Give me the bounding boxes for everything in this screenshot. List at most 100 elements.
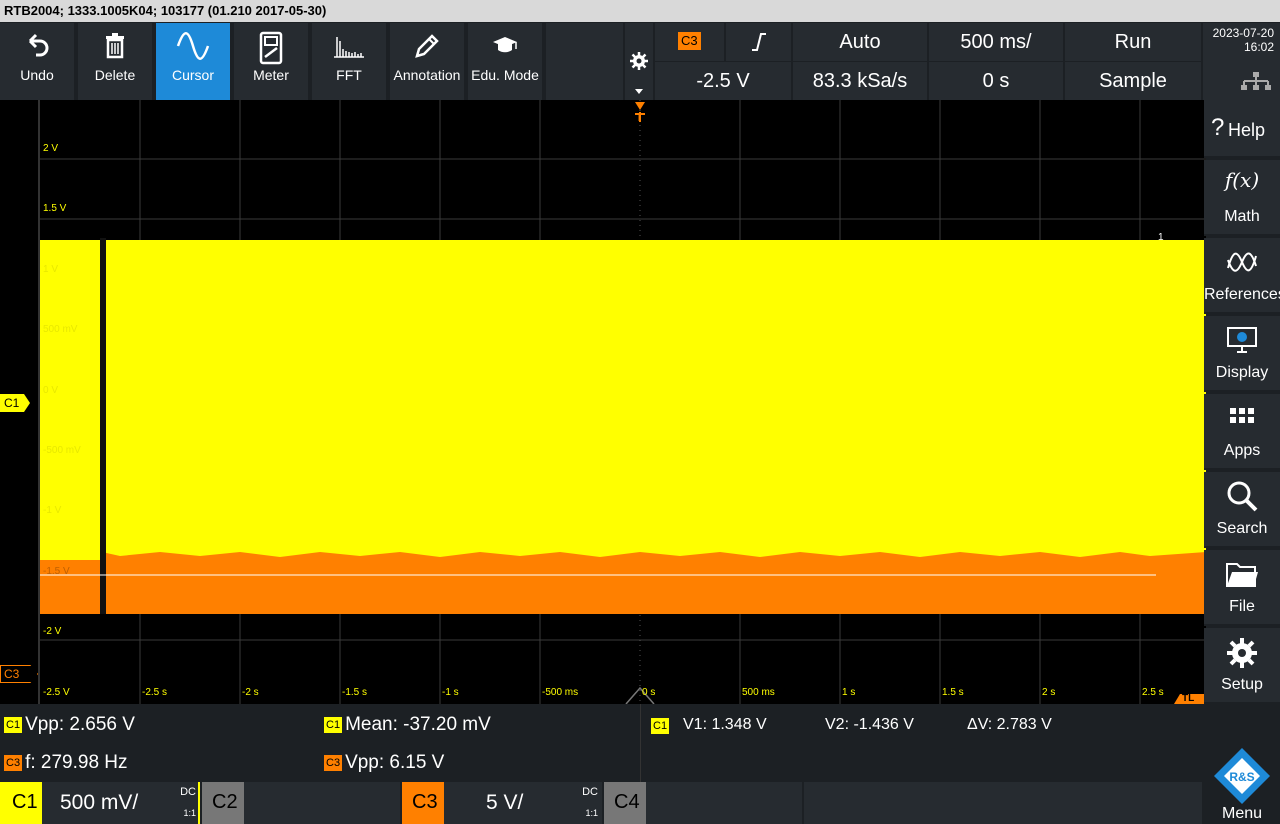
time-offset-cell[interactable]: 0 s xyxy=(929,62,1063,100)
measurement-panel: C1 Vpp: 2.656 V C1 Mean: -37.20 mV C3 f: 27… xyxy=(0,704,1204,782)
x-label-2s: 2 s xyxy=(1042,687,1056,698)
fft-icon xyxy=(312,23,386,67)
menu-button[interactable]: R&S Menu xyxy=(1204,704,1280,824)
menu-label: Menu xyxy=(1222,805,1263,822)
svg-text:R&S: R&S xyxy=(1229,770,1254,784)
x-label-0s: 0 s xyxy=(642,687,656,698)
cursor-button[interactable]: Cursor xyxy=(156,23,232,100)
fft-button[interactable]: FFT xyxy=(312,23,388,100)
c1-label: C1 xyxy=(12,791,38,813)
y-label-minus-1v: -1 V xyxy=(43,505,62,516)
c1-offset-marker[interactable]: C1 xyxy=(0,394,30,412)
trigger-mode-cell[interactable]: Auto xyxy=(793,23,927,61)
c3-offset-marker[interactable]: C3 xyxy=(0,665,38,683)
c3-label: C3 xyxy=(412,791,438,813)
timebase-cell[interactable]: 500 ms/ xyxy=(929,23,1063,61)
c3-probe: 1:1 xyxy=(585,808,598,818)
channel-c3-tab[interactable]: C3 5 V/ DC 1:1 xyxy=(402,782,602,824)
annotation-button[interactable]: Annotation xyxy=(390,23,466,100)
delete-button[interactable]: Delete xyxy=(78,23,154,100)
date-text: 2023-07-20 xyxy=(1212,26,1274,40)
y-label-1v: 1 V xyxy=(43,264,59,275)
pencil-icon xyxy=(390,23,464,67)
channel-marker-strip: C1 C3 xyxy=(0,100,38,704)
cursor-readout[interactable]: C1 V1: 1.348 V V2: -1.436 V ΔV: 2.783 V xyxy=(640,704,1205,782)
measurement-4[interactable]: C3 Vpp: 6.15 V xyxy=(324,752,444,774)
toolbar-empty-slot xyxy=(546,23,625,100)
y-label-500mv: 500 mV xyxy=(43,324,78,335)
trigger-label: T xyxy=(636,112,643,124)
function-icon: f(x) xyxy=(1224,168,1260,192)
x-label-minus-1s: -1 s xyxy=(442,687,459,698)
cursor-v1: V1: 1.348 V xyxy=(683,716,767,733)
file-button[interactable]: File xyxy=(1204,550,1280,626)
search-icon xyxy=(1204,472,1280,520)
instrument-title: RTB2004; 1333.1005K04; 103177 (01.210 20… xyxy=(0,0,1280,22)
cursor-delta-v: ΔV: 2.783 V xyxy=(967,716,1052,733)
undo-icon xyxy=(0,23,74,67)
sample-rate-cell[interactable]: 83.3 kSa/s xyxy=(793,62,927,100)
waveform-grid xyxy=(40,100,1206,704)
c4-label: C4 xyxy=(614,791,640,813)
y-label-2v: 2 V xyxy=(43,143,59,154)
channel-c4-tab[interactable]: C4 xyxy=(604,782,802,824)
expand-down-icon xyxy=(635,89,643,94)
display-icon xyxy=(1204,316,1280,364)
y-label-0v: 0 V xyxy=(43,385,59,396)
meter-icon xyxy=(234,23,308,67)
edu-mode-button[interactable]: Edu. Mode xyxy=(468,23,544,100)
y-label-minus-2.5v: -2.5 V xyxy=(43,687,70,698)
run-stop-cell[interactable]: Run xyxy=(1065,23,1201,61)
rs-logo-icon: R&S xyxy=(1214,748,1270,804)
channel-c1-tab[interactable]: C1 500 mV/ DC 1:1 xyxy=(0,782,200,824)
waveform-display[interactable]: 2 V 1.5 V 1 V 500 mV 0 V -500 mV -1 V -1… xyxy=(38,100,1206,704)
trigger-level-label: TL xyxy=(1182,693,1195,704)
y-label-minus-1.5v: -1.5 V xyxy=(43,566,70,577)
acq-mode-cell[interactable]: Sample xyxy=(1065,62,1201,100)
toolbar: Undo Delete Cursor Meter FFT Annotation xyxy=(0,23,625,100)
references-icon xyxy=(1204,238,1280,286)
trash-icon xyxy=(78,23,152,67)
measurement-1[interactable]: C1 Vpp: 2.656 V xyxy=(4,714,135,736)
meter-button[interactable]: Meter xyxy=(234,23,310,100)
measurement-2[interactable]: C1 Mean: -37.20 mV xyxy=(324,714,491,736)
references-button[interactable]: References xyxy=(1204,238,1280,314)
date-time: 2023-07-20 16:02 xyxy=(1203,23,1280,100)
y-label-minus-500mv: -500 mV xyxy=(43,445,81,456)
c3-coupling: DC xyxy=(582,786,598,798)
trigger-slope-cell[interactable] xyxy=(726,23,791,61)
cursor-wave-icon xyxy=(156,23,230,67)
channel-bar-empty xyxy=(804,782,1202,824)
c3-scale: 5 V/ xyxy=(486,791,524,814)
x-label-1.5s: 1.5 s xyxy=(942,687,964,698)
x-label-minus-2s: -2 s xyxy=(242,687,259,698)
setup-button[interactable]: Setup xyxy=(1204,628,1280,704)
trigger-position-marker xyxy=(635,102,645,110)
apps-grid-icon xyxy=(1204,394,1280,442)
rising-edge-icon xyxy=(752,33,766,51)
display-button[interactable]: Display xyxy=(1204,316,1280,392)
trigger-source-badge: C3 xyxy=(678,32,701,50)
toolbar-settings[interactable] xyxy=(625,23,653,100)
trigger-source-cell[interactable]: C3 xyxy=(655,23,724,61)
x-label-minus-1.5s: -1.5 s xyxy=(342,687,368,698)
trigger-level-cell[interactable]: -2.5 V xyxy=(655,62,791,100)
gear-small-icon xyxy=(630,52,648,70)
y-label-1.5v: 1.5 V xyxy=(43,203,67,214)
undo-button[interactable]: Undo xyxy=(0,23,76,100)
folder-icon xyxy=(1204,550,1280,598)
c1-probe: 1:1 xyxy=(183,808,196,818)
x-label-1s: 1 s xyxy=(842,687,856,698)
x-label-minus-2.5s: -2.5 s xyxy=(142,687,168,698)
c1-scale: 500 mV/ xyxy=(60,791,139,814)
apps-button[interactable]: Apps xyxy=(1204,394,1280,470)
measurement-3[interactable]: C3 f: 279.98 Hz xyxy=(4,752,128,774)
gear-icon xyxy=(1204,628,1280,676)
math-button[interactable]: f(x) Math xyxy=(1204,160,1280,236)
right-sidebar: ? Help f(x) Math References Display Apps… xyxy=(1204,100,1280,704)
channel-c2-tab[interactable]: C2 xyxy=(202,782,400,824)
y-label-minus-2v: -2 V xyxy=(43,626,62,637)
c1-coupling: DC xyxy=(180,786,196,798)
search-button[interactable]: Search xyxy=(1204,472,1280,548)
help-button[interactable]: ? Help xyxy=(1204,100,1280,158)
